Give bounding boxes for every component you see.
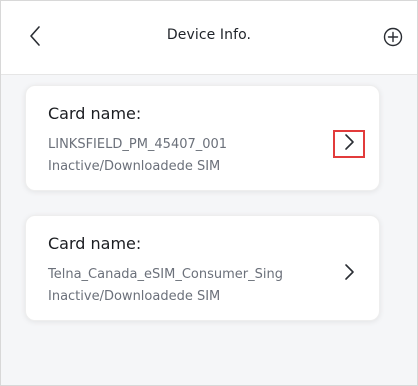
card-name-value: Telna_Canada_eSIM_Consumer_Sing <box>48 267 283 282</box>
card-name-value: LINKSFIELD_PM_45407_001 <box>48 137 228 152</box>
chevron-right-icon <box>343 263 355 285</box>
page-title: Device Info. <box>166 27 252 43</box>
card-detail-button[interactable] <box>333 260 365 288</box>
card-name-label: Card name: <box>48 104 142 123</box>
card-name-label: Card name: <box>48 234 142 253</box>
card-status: Inactive/Downloadede SIM <box>48 289 221 304</box>
card-detail-button[interactable] <box>333 130 365 158</box>
device-info-screen: Device Info. Card name: LINKSFIELD_PM_45… <box>0 0 418 386</box>
plus-circle-icon <box>383 27 403 51</box>
sim-card-item[interactable]: Card name: LINKSFIELD_PM_45407_001 Inact… <box>25 85 380 191</box>
add-button[interactable] <box>381 27 405 51</box>
sim-card-item[interactable]: Card name: Telna_Canada_eSIM_Consumer_Si… <box>25 215 380 321</box>
chevron-right-icon <box>343 133 355 155</box>
card-status: Inactive/Downloadede SIM <box>48 159 221 174</box>
header-bar: Device Info. <box>1 1 417 75</box>
